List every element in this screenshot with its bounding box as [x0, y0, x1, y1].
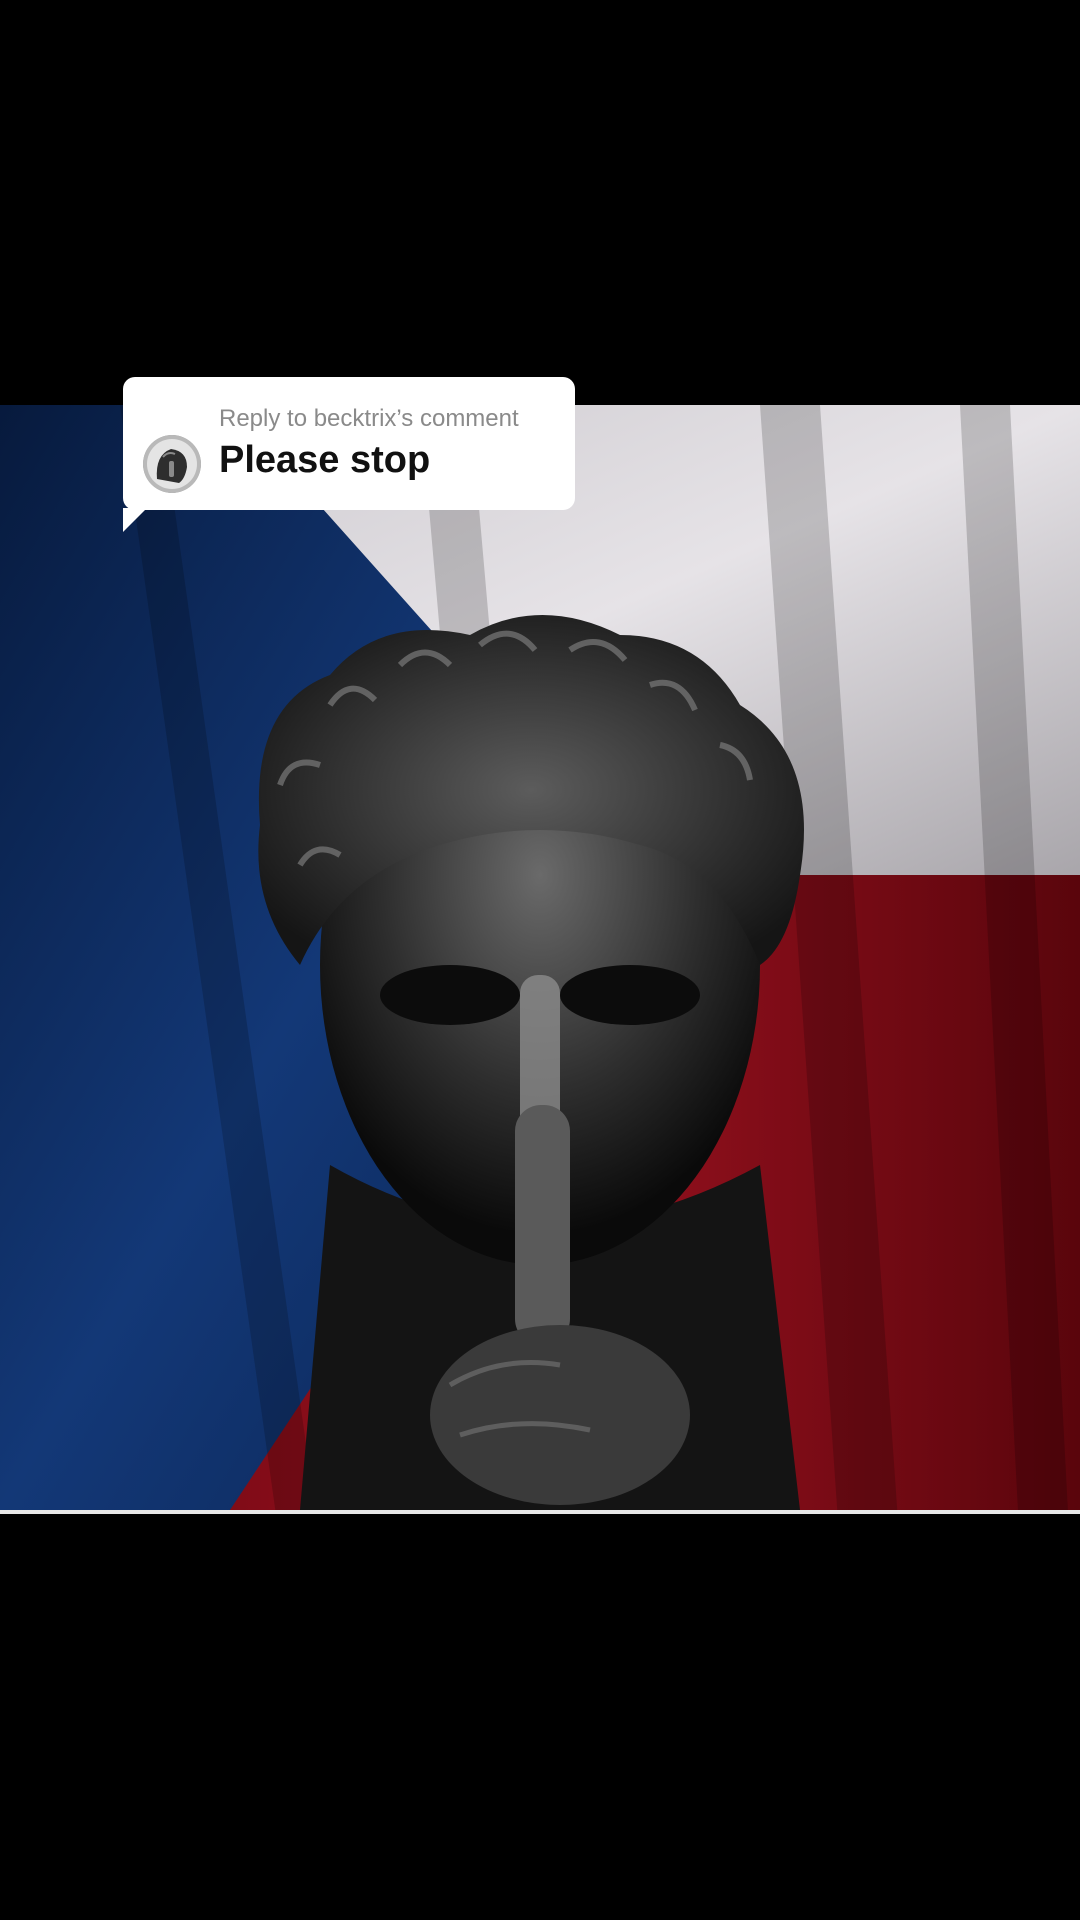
video-frame[interactable] [0, 405, 1080, 1510]
statue-shushing-over-flag-image [0, 405, 1080, 1510]
comment-reply-sticker[interactable]: Reply to becktrix’s comment Please stop [123, 377, 575, 532]
bubble-tail [123, 508, 147, 532]
statue-avatar-icon [143, 435, 201, 493]
reply-comment-text: Please stop [219, 439, 431, 481]
reply-label: Reply to becktrix’s comment [219, 405, 519, 432]
video-progress-line [0, 1510, 1080, 1514]
